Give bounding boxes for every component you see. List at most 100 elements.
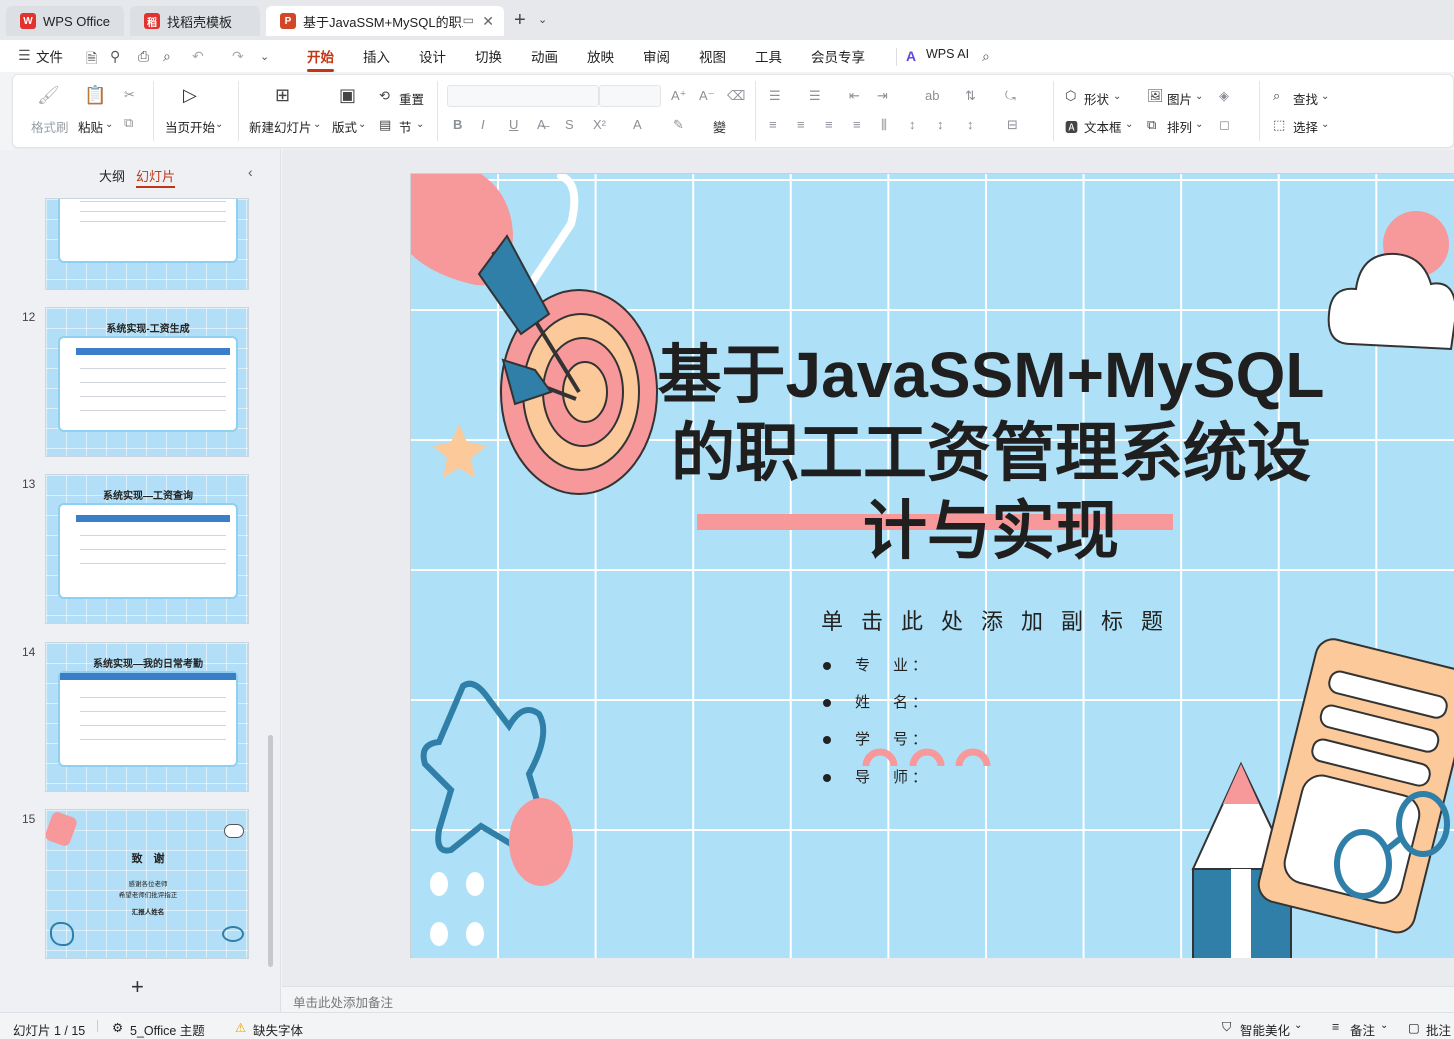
menu-home[interactable]: 开始	[307, 46, 334, 72]
new-tab-plus-icon[interactable]: +	[514, 9, 526, 32]
clear-format-icon[interactable]: ⌫	[727, 88, 745, 104]
menu-animation[interactable]: 动画	[531, 46, 558, 66]
chevron-down-icon[interactable]: ⌄	[538, 13, 547, 26]
slide-thumbnail-14[interactable]: 系统实现—我的日常考勤	[45, 642, 249, 792]
link-icon[interactable]: ⚲	[110, 48, 120, 65]
smart-beautify-button[interactable]: 智能美化	[1240, 1020, 1290, 1039]
paste-chevron-icon[interactable]: ⌄	[105, 119, 113, 130]
print-preview-icon[interactable]: ⌕	[163, 48, 171, 65]
superscript-icon[interactable]: X²	[593, 117, 606, 132]
picture-button[interactable]: 图片	[1167, 89, 1192, 108]
bullets-icon[interactable]: ☰	[769, 88, 781, 104]
more-chevron-icon[interactable]: ⌄	[260, 50, 269, 63]
tab-wps-office[interactable]: W WPS Office	[6, 6, 124, 36]
chevron-down-icon[interactable]: ⌄	[313, 119, 321, 130]
chevron-down-icon[interactable]: ⌄	[215, 119, 223, 130]
align-center-icon[interactable]: ≡	[797, 117, 805, 132]
numbering-icon[interactable]: ☰	[809, 88, 821, 104]
slide-title[interactable]: 基于JavaSSM+MySQL 的职工工资管理系统设 计与实现	[641, 336, 1341, 570]
slide-thumbnail-15[interactable]: 致 谢 感谢各位老师 希望老师们批评指正 汇报人姓名	[45, 809, 249, 959]
highlight-icon[interactable]: ✎	[673, 117, 684, 133]
arrange-button[interactable]: 排列	[1167, 117, 1192, 136]
tab-current-presentation[interactable]: P 基于JavaSSM+MySQL的职工 ▭ ✕	[266, 6, 504, 36]
increase-font-icon[interactable]: A⁺	[671, 88, 687, 104]
italic-icon[interactable]: I	[481, 117, 485, 132]
justify-icon[interactable]: ≡	[853, 117, 861, 132]
outline-icon[interactable]: ◻	[1219, 117, 1230, 133]
chevron-down-icon[interactable]: ⌄	[358, 119, 366, 130]
textbox-button[interactable]: 文本框	[1084, 117, 1122, 136]
search-icon[interactable]: ⌕	[982, 48, 990, 65]
comments-button[interactable]: 批注	[1426, 1020, 1451, 1039]
tab-outline[interactable]: 大纲	[99, 166, 125, 185]
start-from-current-button[interactable]: 当页开始	[165, 117, 215, 136]
phonetic-icon[interactable]: 變	[713, 117, 726, 136]
notes-area[interactable]: 单击此处添加备注	[282, 986, 1454, 1012]
chevron-down-icon[interactable]: ⌄	[1125, 119, 1133, 130]
find-button[interactable]: 查找	[1293, 89, 1318, 108]
collapse-panel-icon[interactable]: ‹	[248, 164, 253, 180]
menu-view[interactable]: 视图	[699, 46, 726, 66]
menu-insert[interactable]: 插入	[363, 46, 390, 66]
underline-icon[interactable]: U	[509, 117, 518, 132]
align-left-icon[interactable]: ≡	[769, 117, 777, 132]
line-spacing-icon[interactable]: ↕	[909, 117, 916, 132]
chevron-down-icon[interactable]: ⌄	[1380, 1020, 1388, 1031]
reset-button[interactable]: 重置	[399, 89, 424, 108]
fill-icon[interactable]: ◈	[1219, 88, 1229, 104]
monitor-icon[interactable]: ▭	[463, 13, 474, 27]
slide-thumbnail-11[interactable]	[45, 198, 249, 290]
section-button[interactable]: 节	[399, 117, 412, 136]
select-button[interactable]: 选择	[1293, 117, 1318, 136]
menu-wps-ai[interactable]: WPS AI	[926, 47, 969, 61]
notes-button[interactable]: 备注	[1350, 1020, 1375, 1039]
format-painter-button[interactable]: 格式刷	[31, 117, 69, 136]
menu-transition[interactable]: 切换	[475, 46, 502, 66]
layout-button[interactable]: 版式	[332, 117, 357, 136]
new-slide-button[interactable]: 新建幻灯片	[249, 117, 312, 136]
distribute-icon[interactable]: ⫼	[881, 117, 887, 133]
subtitle-placeholder[interactable]: 单击此处添加副标题	[701, 604, 1301, 636]
paragraph-spacing-icon[interactable]: ↕	[937, 117, 944, 132]
decrease-font-icon[interactable]: A⁻	[699, 88, 715, 104]
paste-button[interactable]: 粘贴	[78, 117, 103, 136]
close-icon[interactable]: ✕	[482, 13, 494, 30]
theme-name[interactable]: 5_Office 主题	[130, 1020, 205, 1039]
info-item-advisor[interactable]: 导 师：	[823, 766, 931, 787]
columns-icon[interactable]: ↕	[967, 117, 974, 132]
text-direction-icon[interactable]: ab	[925, 88, 939, 103]
menu-member[interactable]: 会员专享	[811, 46, 865, 66]
menu-file[interactable]: 文件	[36, 46, 63, 66]
tab-docer-templates[interactable]: 稻 找稻壳模板	[130, 6, 260, 36]
chevron-down-icon[interactable]: ⌄	[1294, 1020, 1302, 1031]
font-color-icon[interactable]: A	[633, 117, 642, 132]
cut-icon[interactable]: ✂	[124, 87, 135, 103]
chevron-down-icon[interactable]: ⌄	[1113, 91, 1121, 102]
hamburger-icon[interactable]: ☰	[18, 47, 31, 64]
menu-slideshow[interactable]: 放映	[587, 46, 614, 66]
chevron-down-icon[interactable]: ⌄	[1321, 91, 1329, 102]
slide-thumbnail-12[interactable]: 系统实现-工资生成	[45, 307, 249, 457]
copy-icon[interactable]: ⧉	[124, 115, 133, 131]
thumbnail-scrollbar[interactable]	[268, 735, 273, 967]
current-slide[interactable]: 基于JavaSSM+MySQL 的职工工资管理系统设 计与实现 单击此处添加副标…	[410, 173, 1454, 958]
tab-slides[interactable]: 幻灯片	[136, 166, 176, 188]
undo-icon[interactable]: ↶	[192, 48, 204, 65]
font-family-select[interactable]	[447, 85, 599, 107]
decrease-indent-icon[interactable]: ⇤	[849, 88, 860, 104]
align-right-icon[interactable]: ≡	[825, 117, 833, 132]
info-item-name[interactable]: 姓 名：	[823, 691, 931, 712]
save-icon[interactable]: 🗎	[86, 48, 97, 72]
menu-tools[interactable]: 工具	[755, 46, 782, 66]
add-slide-button[interactable]: +	[131, 974, 144, 1000]
menu-review[interactable]: 审阅	[643, 46, 670, 66]
shadow-icon[interactable]: S	[565, 117, 574, 132]
info-item-student-id[interactable]: 学 号：	[823, 728, 931, 749]
chevron-down-icon[interactable]: ⌄	[416, 119, 424, 130]
redo-icon[interactable]: ↷	[232, 48, 244, 65]
chevron-down-icon[interactable]: ⌄	[1321, 119, 1329, 130]
bold-icon[interactable]: B	[453, 117, 462, 132]
info-item-major[interactable]: 专 业：	[823, 654, 931, 675]
menu-design[interactable]: 设计	[419, 46, 446, 66]
convert-smartart-icon[interactable]: ⤿	[1005, 88, 1016, 104]
